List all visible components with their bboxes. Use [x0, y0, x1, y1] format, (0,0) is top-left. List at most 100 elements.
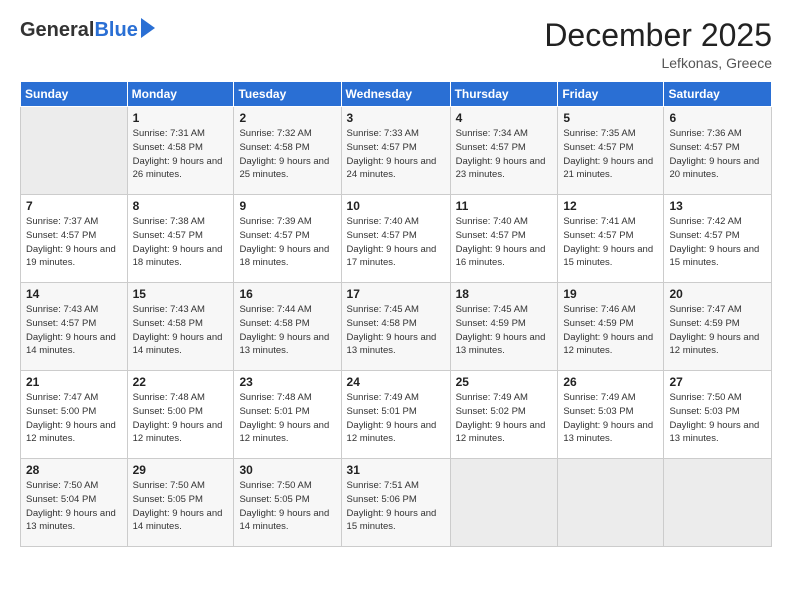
day-info: Sunrise: 7:47 AMSunset: 4:59 PMDaylight:…: [669, 303, 766, 358]
calendar-header-friday: Friday: [558, 82, 664, 107]
day-info: Sunrise: 7:35 AMSunset: 4:57 PMDaylight:…: [563, 127, 658, 182]
day-info: Sunrise: 7:34 AMSunset: 4:57 PMDaylight:…: [456, 127, 553, 182]
calendar-cell: 8 Sunrise: 7:38 AMSunset: 4:57 PMDaylight…: [127, 195, 234, 283]
calendar-header-thursday: Thursday: [450, 82, 558, 107]
calendar-week-row: 7 Sunrise: 7:37 AMSunset: 4:57 PMDaylight…: [21, 195, 772, 283]
calendar-header-row: SundayMondayTuesdayWednesdayThursdayFrid…: [21, 82, 772, 107]
day-info: Sunrise: 7:32 AMSunset: 4:58 PMDaylight:…: [239, 127, 335, 182]
calendar-week-row: 21 Sunrise: 7:47 AMSunset: 5:00 PMDayligh…: [21, 371, 772, 459]
day-number: 8: [133, 199, 229, 213]
day-number: 21: [26, 375, 122, 389]
day-info: Sunrise: 7:44 AMSunset: 4:58 PMDaylight:…: [239, 303, 335, 358]
day-number: 13: [669, 199, 766, 213]
calendar-header-monday: Monday: [127, 82, 234, 107]
calendar-cell: 30 Sunrise: 7:50 AMSunset: 5:05 PMDayligh…: [234, 459, 341, 547]
calendar-header-tuesday: Tuesday: [234, 82, 341, 107]
calendar-header-sunday: Sunday: [21, 82, 128, 107]
day-info: Sunrise: 7:50 AMSunset: 5:05 PMDaylight:…: [239, 479, 335, 534]
calendar-cell: 23 Sunrise: 7:48 AMSunset: 5:01 PMDayligh…: [234, 371, 341, 459]
calendar-header-saturday: Saturday: [664, 82, 772, 107]
calendar-cell: 15 Sunrise: 7:43 AMSunset: 4:58 PMDayligh…: [127, 283, 234, 371]
calendar-cell: 25Sunrise: 7:49 AMSunset: 5:02 PMDayligh…: [450, 371, 558, 459]
calendar-cell: [558, 459, 664, 547]
day-info: Sunrise: 7:50 AMSunset: 5:03 PMDaylight:…: [669, 391, 766, 446]
day-info: Sunrise: 7:33 AMSunset: 4:57 PMDaylight:…: [347, 127, 445, 182]
calendar-cell: 27Sunrise: 7:50 AMSunset: 5:03 PMDayligh…: [664, 371, 772, 459]
day-number: 22: [133, 375, 229, 389]
calendar-cell: 26 Sunrise: 7:49 AMSunset: 5:03 PMDayligh…: [558, 371, 664, 459]
day-number: 23: [239, 375, 335, 389]
calendar-cell: 5Sunrise: 7:35 AMSunset: 4:57 PMDaylight…: [558, 107, 664, 195]
calendar-cell: 24 Sunrise: 7:49 AMSunset: 5:01 PMDayligh…: [341, 371, 450, 459]
day-number: 18: [456, 287, 553, 301]
calendar-week-row: 28 Sunrise: 7:50 AMSunset: 5:04 PMDayligh…: [21, 459, 772, 547]
calendar-week-row: 14 Sunrise: 7:43 AMSunset: 4:57 PMDayligh…: [21, 283, 772, 371]
calendar-cell: 20 Sunrise: 7:47 AMSunset: 4:59 PMDayligh…: [664, 283, 772, 371]
calendar-table: SundayMondayTuesdayWednesdayThursdayFrid…: [20, 81, 772, 547]
day-number: 19: [563, 287, 658, 301]
day-number: 30: [239, 463, 335, 477]
day-info: Sunrise: 7:39 AMSunset: 4:57 PMDaylight:…: [239, 215, 335, 270]
logo-blue-text: Blue: [94, 19, 137, 42]
day-info: Sunrise: 7:49 AMSunset: 5:01 PMDaylight:…: [347, 391, 445, 446]
day-number: 14: [26, 287, 122, 301]
day-info: Sunrise: 7:46 AMSunset: 4:59 PMDaylight:…: [563, 303, 658, 358]
day-number: 16: [239, 287, 335, 301]
day-number: 2: [239, 111, 335, 125]
month-title: December 2025: [544, 18, 772, 53]
day-number: 26: [563, 375, 658, 389]
calendar-cell: 7 Sunrise: 7:37 AMSunset: 4:57 PMDaylight…: [21, 195, 128, 283]
day-number: 4: [456, 111, 553, 125]
day-number: 3: [347, 111, 445, 125]
day-info: Sunrise: 7:37 AMSunset: 4:57 PMDaylight:…: [26, 215, 122, 270]
calendar-cell: 12Sunrise: 7:41 AMSunset: 4:57 PMDayligh…: [558, 195, 664, 283]
calendar-cell: 1Sunrise: 7:31 AMSunset: 4:58 PMDaylight…: [127, 107, 234, 195]
day-info: Sunrise: 7:42 AMSunset: 4:57 PMDaylight:…: [669, 215, 766, 270]
title-block: December 2025 Lefkonas, Greece: [544, 18, 772, 71]
calendar-cell: 16 Sunrise: 7:44 AMSunset: 4:58 PMDayligh…: [234, 283, 341, 371]
day-number: 29: [133, 463, 229, 477]
calendar-cell: 28 Sunrise: 7:50 AMSunset: 5:04 PMDayligh…: [21, 459, 128, 547]
day-number: 17: [347, 287, 445, 301]
day-number: 9: [239, 199, 335, 213]
day-number: 7: [26, 199, 122, 213]
calendar-cell: 2 Sunrise: 7:32 AMSunset: 4:58 PMDaylight…: [234, 107, 341, 195]
day-info: Sunrise: 7:38 AMSunset: 4:57 PMDaylight:…: [133, 215, 229, 270]
logo-arrow-icon: [141, 18, 155, 38]
day-info: Sunrise: 7:49 AMSunset: 5:03 PMDaylight:…: [563, 391, 658, 446]
calendar-week-row: 1Sunrise: 7:31 AMSunset: 4:58 PMDaylight…: [21, 107, 772, 195]
day-info: Sunrise: 7:36 AMSunset: 4:57 PMDaylight:…: [669, 127, 766, 182]
day-number: 10: [347, 199, 445, 213]
calendar-cell: [664, 459, 772, 547]
day-info: Sunrise: 7:50 AMSunset: 5:05 PMDaylight:…: [133, 479, 229, 534]
day-number: 28: [26, 463, 122, 477]
calendar-cell: 21 Sunrise: 7:47 AMSunset: 5:00 PMDayligh…: [21, 371, 128, 459]
logo-general-text: General: [20, 19, 94, 42]
day-info: Sunrise: 7:40 AMSunset: 4:57 PMDaylight:…: [456, 215, 553, 270]
calendar-cell: 14 Sunrise: 7:43 AMSunset: 4:57 PMDayligh…: [21, 283, 128, 371]
day-number: 11: [456, 199, 553, 213]
day-number: 15: [133, 287, 229, 301]
day-number: 25: [456, 375, 553, 389]
calendar-cell: [450, 459, 558, 547]
location-text: Lefkonas, Greece: [544, 55, 772, 71]
day-info: Sunrise: 7:51 AMSunset: 5:06 PMDaylight:…: [347, 479, 445, 534]
calendar-cell: 13 Sunrise: 7:42 AMSunset: 4:57 PMDayligh…: [664, 195, 772, 283]
day-number: 6: [669, 111, 766, 125]
day-info: Sunrise: 7:45 AMSunset: 4:58 PMDaylight:…: [347, 303, 445, 358]
day-info: Sunrise: 7:43 AMSunset: 4:57 PMDaylight:…: [26, 303, 122, 358]
day-number: 1: [133, 111, 229, 125]
page: General Blue December 2025 Lefkonas, Gre…: [0, 0, 792, 612]
day-info: Sunrise: 7:40 AMSunset: 4:57 PMDaylight:…: [347, 215, 445, 270]
calendar-cell: 10 Sunrise: 7:40 AMSunset: 4:57 PMDayligh…: [341, 195, 450, 283]
day-number: 20: [669, 287, 766, 301]
day-info: Sunrise: 7:48 AMSunset: 5:01 PMDaylight:…: [239, 391, 335, 446]
day-info: Sunrise: 7:47 AMSunset: 5:00 PMDaylight:…: [26, 391, 122, 446]
calendar-cell: 6 Sunrise: 7:36 AMSunset: 4:57 PMDaylight…: [664, 107, 772, 195]
day-info: Sunrise: 7:43 AMSunset: 4:58 PMDaylight:…: [133, 303, 229, 358]
day-info: Sunrise: 7:45 AMSunset: 4:59 PMDaylight:…: [456, 303, 553, 358]
calendar-cell: 29 Sunrise: 7:50 AMSunset: 5:05 PMDayligh…: [127, 459, 234, 547]
day-number: 24: [347, 375, 445, 389]
day-info: Sunrise: 7:50 AMSunset: 5:04 PMDaylight:…: [26, 479, 122, 534]
header: General Blue December 2025 Lefkonas, Gre…: [20, 18, 772, 71]
